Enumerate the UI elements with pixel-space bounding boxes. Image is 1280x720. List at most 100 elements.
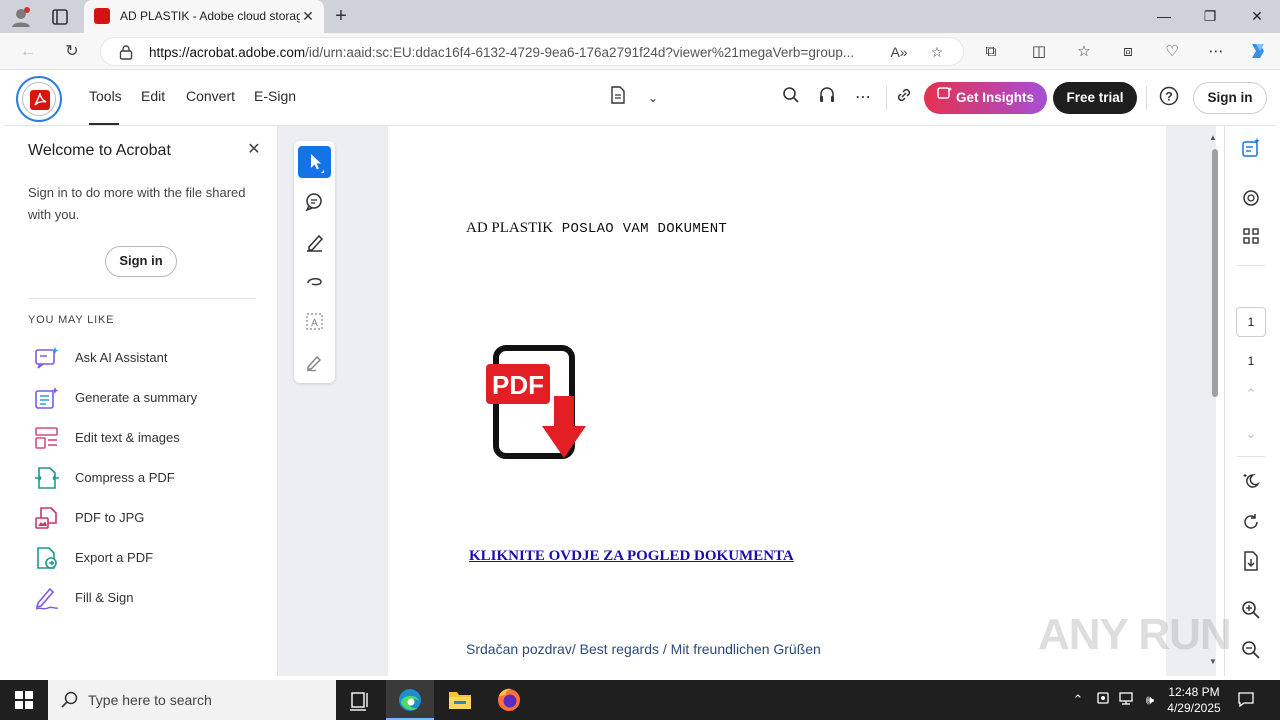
tool-label: Compress a PDF xyxy=(75,470,175,485)
rotate-icon[interactable] xyxy=(1239,512,1263,536)
windows-start-icon[interactable] xyxy=(0,680,48,720)
previous-page-icon[interactable]: ⌃ xyxy=(1239,382,1263,406)
save-copy-icon[interactable] xyxy=(1239,551,1263,575)
rail-separator xyxy=(1237,456,1265,457)
firefox-icon[interactable] xyxy=(485,680,533,720)
acrobat-header: Tools Edit Convert E-Sign ⌄ ⋯ Get Insigh… xyxy=(4,70,1276,126)
menu-convert[interactable]: Convert xyxy=(186,88,235,104)
restore-button[interactable]: ❐ xyxy=(1187,0,1233,33)
tab-close-icon[interactable]: ✕ xyxy=(300,8,316,24)
file-explorer-icon[interactable] xyxy=(436,680,484,720)
ai-assistant-icon xyxy=(34,346,60,370)
settings-more-icon[interactable]: ⋯ xyxy=(1205,41,1227,63)
menu-tools[interactable]: Tools xyxy=(89,88,122,104)
zoom-in-icon[interactable] xyxy=(1239,600,1263,624)
free-trial-button[interactable]: Free trial xyxy=(1053,82,1137,114)
taskbar-clock[interactable]: 12:48 PM 4/29/2025 xyxy=(1164,684,1224,716)
taskbar-search-box[interactable]: Type here to search xyxy=(48,680,336,720)
sign-tool-icon[interactable] xyxy=(298,346,331,378)
tray-expand-icon[interactable]: ⌃ xyxy=(1068,690,1088,710)
welcome-title: Welcome to Acrobat xyxy=(28,142,171,159)
acrobat-logo-icon[interactable] xyxy=(16,76,62,122)
address-bar[interactable]: https://acrobat.adobe.com/id/urn:aaid:sc… xyxy=(100,37,964,66)
url-text[interactable]: https://acrobat.adobe.com/id/urn:aaid:sc… xyxy=(149,45,889,60)
next-page-icon[interactable]: ⌄ xyxy=(1239,422,1263,446)
copilot-icon[interactable] xyxy=(1247,41,1269,63)
panel-sign-in-button[interactable]: Sign in xyxy=(105,246,177,277)
clock-date: 4/29/2025 xyxy=(1167,701,1221,715)
ai-notes-icon[interactable] xyxy=(1239,138,1263,162)
collections-icon[interactable]: ⧈ xyxy=(1117,41,1139,63)
svg-text:?: ? xyxy=(1165,90,1172,104)
tool-label: Fill & Sign xyxy=(75,590,134,605)
scroll-up-arrow-icon[interactable]: ▲ xyxy=(1209,133,1217,142)
tool-edit-text-images[interactable]: Edit text & images xyxy=(28,424,268,454)
tool-compress-pdf[interactable]: Compress a PDF xyxy=(28,464,268,494)
volume-icon[interactable]: 🕪 xyxy=(1140,690,1160,710)
favorite-star-icon[interactable]: ☆ xyxy=(927,42,947,62)
new-tab-button[interactable]: + xyxy=(330,5,352,27)
document-view-icon[interactable] xyxy=(606,86,630,110)
tool-generate-summary[interactable]: Generate a summary xyxy=(28,384,268,414)
network-icon[interactable] xyxy=(1116,690,1136,710)
thumbnails-grid-icon[interactable] xyxy=(1239,227,1263,251)
profile-icon[interactable] xyxy=(10,6,32,28)
search-placeholder: Type here to search xyxy=(88,692,212,708)
pdf-badge-text: PDF xyxy=(492,370,544,400)
task-view-icon[interactable] xyxy=(336,680,384,720)
read-aloud-headphones-icon[interactable] xyxy=(815,86,839,110)
extensions-icon[interactable]: ⧉ xyxy=(980,41,1002,63)
share-link-icon[interactable] xyxy=(892,86,916,110)
menu-edit[interactable]: Edit xyxy=(141,88,165,104)
comment-tool-icon[interactable] xyxy=(298,186,331,218)
clock-time: 12:48 PM xyxy=(1168,685,1220,699)
read-aloud-icon[interactable]: A» xyxy=(889,42,909,62)
zoom-out-icon[interactable] xyxy=(1239,640,1263,664)
text-box-tool-icon[interactable]: A xyxy=(298,306,331,338)
select-tool-icon[interactable] xyxy=(298,146,331,178)
refresh-icon[interactable]: ↻ xyxy=(60,40,84,64)
theme-toggle-icon[interactable] xyxy=(1239,471,1263,495)
browser-tab-active[interactable]: AD PLASTIK - Adobe cloud storage ✕ xyxy=(84,0,324,33)
minimize-button[interactable]: — xyxy=(1141,0,1187,33)
help-icon[interactable]: ? xyxy=(1157,86,1181,110)
lock-icon[interactable] xyxy=(119,44,133,60)
split-screen-icon[interactable]: ◫ xyxy=(1028,41,1050,63)
document-heading: AD PLASTIK POSLAO VAM DOKUMENT xyxy=(466,220,728,237)
notifications-icon[interactable] xyxy=(1236,690,1256,710)
tool-ask-ai-assistant[interactable]: Ask AI Assistant xyxy=(28,344,268,374)
windows-taskbar: Type here to search ⌃ 🕪 12:48 PM 4/29/20… xyxy=(0,680,1280,720)
tool-fill-sign[interactable]: Fill & Sign xyxy=(28,584,268,614)
highlight-tool-icon[interactable] xyxy=(298,226,331,258)
tool-pdf-to-jpg[interactable]: PDF to JPG xyxy=(28,504,268,534)
more-options-icon[interactable]: ⋯ xyxy=(851,86,875,110)
view-document-link[interactable]: KLIKNITE OVDJE ZA POGLED DOKUMENTA xyxy=(469,548,794,565)
export-pdf-icon xyxy=(34,546,60,570)
pdf-download-icon[interactable]: PDF xyxy=(484,344,600,462)
close-icon[interactable]: ✕ xyxy=(244,140,264,160)
get-insights-button[interactable]: Get Insights xyxy=(924,82,1047,114)
favorites-icon[interactable]: ☆ xyxy=(1073,41,1095,63)
header-sign-in-button[interactable]: Sign in xyxy=(1193,82,1267,114)
chevron-down-icon[interactable]: ⌄ xyxy=(641,86,665,110)
close-window-button[interactable]: ✕ xyxy=(1234,0,1280,33)
search-icon[interactable] xyxy=(779,86,803,110)
browser-essentials-icon[interactable]: ♡ xyxy=(1161,41,1183,63)
security-icon[interactable] xyxy=(1093,690,1113,710)
summary-icon xyxy=(34,386,60,410)
vertical-scrollbar[interactable]: ▲ ▼ xyxy=(1209,133,1219,669)
pdf-to-jpg-icon xyxy=(34,506,60,530)
edge-taskbar-icon[interactable] xyxy=(386,680,434,720)
back-icon[interactable]: ← xyxy=(16,40,40,64)
search-icon xyxy=(60,690,80,710)
tool-export-pdf[interactable]: Export a PDF xyxy=(28,544,268,574)
tab-actions-icon[interactable] xyxy=(50,7,70,27)
tool-label: Generate a summary xyxy=(75,390,198,405)
current-page-input[interactable]: 1 xyxy=(1236,307,1266,337)
menu-esign[interactable]: E-Sign xyxy=(254,88,296,104)
draw-freeform-icon[interactable] xyxy=(298,266,331,298)
comments-panel-icon[interactable] xyxy=(1239,188,1263,212)
fill-sign-icon xyxy=(34,586,60,610)
browser-toolbar: ← ↻ https://acrobat.adobe.com/id/urn:aai… xyxy=(0,33,1280,70)
scrollbar-thumb[interactable] xyxy=(1212,149,1218,397)
